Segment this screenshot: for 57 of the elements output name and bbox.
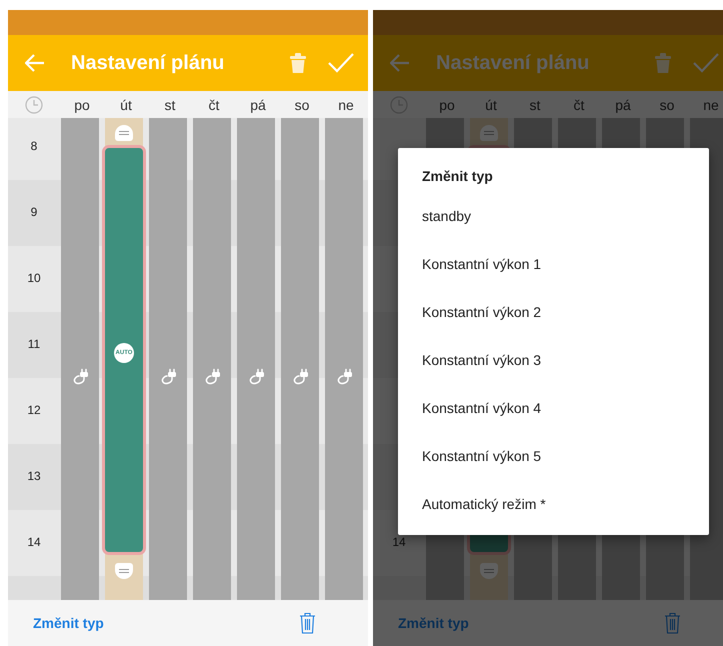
hour-label: 8 [30,139,38,153]
plug-icon [247,368,265,386]
dialog-option[interactable]: Automatický režim * [398,480,709,528]
drag-handle[interactable] [115,125,133,141]
hour-label: 13 [27,469,41,483]
hour-label: 11 [28,337,40,351]
plug-icon [291,368,309,386]
trash-icon[interactable] [664,612,681,634]
hour-label: 14 [27,535,41,549]
day-label: st [164,96,176,112]
dialog-option[interactable]: Konstantní výkon 2 [398,288,709,336]
clock-icon [25,96,43,114]
day-label: st [528,96,542,112]
trash-icon[interactable] [290,52,306,74]
plug-icon [159,368,177,386]
drag-handle[interactable] [480,125,498,141]
day-label: út [484,96,498,112]
day-label: so [294,96,310,112]
day-label: po [73,96,91,112]
back-arrow-icon[interactable] [390,54,410,72]
day-label: po [438,96,456,112]
hour-label: 10 [27,271,41,285]
day-label: ne [337,96,355,112]
day-label: čt [208,96,220,112]
day-label: čt [572,96,586,112]
drag-handle[interactable] [480,563,498,579]
check-icon[interactable] [328,53,354,73]
dialog-option[interactable]: Konstantní výkon 4 [398,384,709,432]
day-label: út [119,96,133,112]
day-label: ne [702,96,720,112]
hour-label: 14 [392,535,406,549]
day-label: pá [249,96,267,112]
screen-title: Nastavení plánu [71,52,226,74]
screen-title: Nastavení plánu [436,52,590,74]
hour-label: 12 [27,403,41,417]
dialog-option[interactable]: standby [398,192,709,240]
day-column[interactable] [281,118,319,600]
plug-icon [335,368,353,386]
day-label: so [658,96,676,112]
dialog-option[interactable]: Konstantní výkon 5 [398,432,709,480]
day-label: pá [614,96,632,112]
dialog-title: Změnit typ [421,167,494,186]
plug-icon [71,368,89,386]
day-column[interactable] [61,118,99,600]
dialog-option[interactable]: Konstantní výkon 1 [398,240,709,288]
check-icon[interactable] [693,53,719,73]
dialog-option[interactable]: Konstantní výkon 3 [398,336,709,384]
change-type-button[interactable]: Změnit typ [33,615,104,631]
hour-label: 9 [30,205,38,219]
day-column[interactable] [237,118,275,600]
plug-icon [203,368,221,386]
day-column[interactable] [193,118,231,600]
day-column[interactable] [149,118,187,600]
back-arrow-icon[interactable] [25,54,45,72]
trash-icon[interactable] [299,612,316,634]
drag-handle[interactable] [115,563,133,579]
day-column[interactable] [325,118,363,600]
